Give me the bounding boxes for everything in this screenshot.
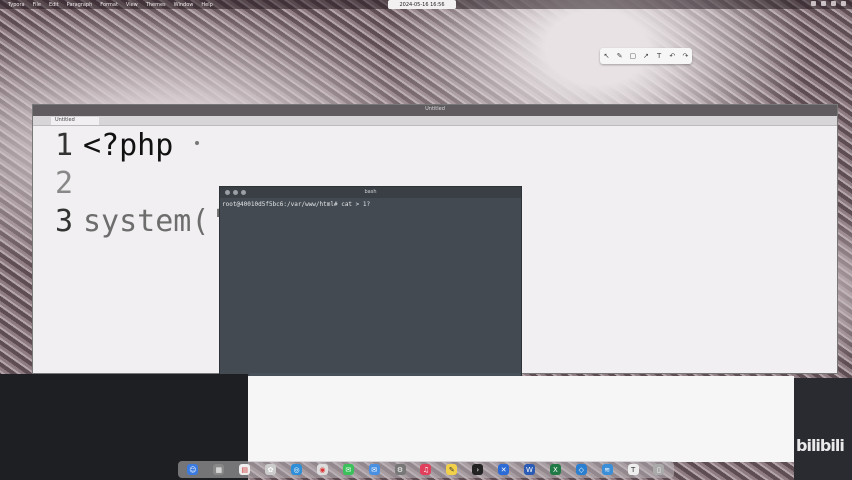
desktop-dark-region-right bbox=[794, 378, 852, 480]
control-center-icon[interactable] bbox=[841, 1, 846, 6]
editor-window-title: Untitled bbox=[425, 106, 445, 112]
search-icon[interactable] bbox=[831, 1, 836, 6]
launchpad-icon[interactable]: ▦ bbox=[213, 464, 225, 475]
typora-icon[interactable]: T bbox=[627, 464, 639, 475]
photos-icon[interactable]: ✿ bbox=[265, 464, 277, 475]
annotation-toolbar: ↖ ✎ ▢ ↗ T ↶ ↷ bbox=[600, 48, 692, 64]
notes-icon[interactable]: ✎ bbox=[446, 464, 458, 475]
arrow-icon[interactable]: ↗ bbox=[642, 52, 650, 60]
menu-item-window[interactable]: Window bbox=[174, 2, 194, 8]
background-window bbox=[248, 376, 794, 462]
terminal-titlebar[interactable]: bash bbox=[220, 187, 521, 198]
undo-icon[interactable]: ↶ bbox=[668, 52, 676, 60]
calendar-icon[interactable]: ▤ bbox=[239, 464, 251, 475]
editor-tab[interactable]: Untitled bbox=[51, 117, 99, 125]
text-icon[interactable]: T bbox=[655, 52, 663, 60]
menu-item-app[interactable]: Typora bbox=[8, 2, 25, 8]
terminal-title: bash bbox=[364, 189, 377, 195]
code-text: <?php bbox=[83, 128, 174, 163]
status-icons bbox=[811, 1, 846, 6]
chrome-icon[interactable]: ◉ bbox=[316, 464, 328, 475]
line-number: 2 bbox=[55, 166, 74, 201]
menu-item-edit[interactable]: Edit bbox=[49, 2, 59, 8]
menu-item-file[interactable]: File bbox=[33, 2, 41, 8]
menu-item-themes[interactable]: Themes bbox=[146, 2, 166, 8]
mail-icon[interactable]: ✉ bbox=[368, 464, 380, 475]
menu-item-format[interactable]: Format bbox=[100, 2, 118, 8]
watermark-logo: bilibili bbox=[796, 436, 845, 455]
music-icon[interactable]: ♫ bbox=[420, 464, 432, 475]
battery-icon[interactable] bbox=[821, 1, 826, 6]
docker-icon[interactable]: ≋ bbox=[601, 464, 613, 475]
safari-icon[interactable]: ◎ bbox=[291, 464, 302, 475]
recording-clock[interactable]: 2024-05-16 16:56 bbox=[388, 0, 456, 9]
mouse-cursor-icon bbox=[195, 141, 199, 145]
select-icon[interactable]: ↖ bbox=[603, 52, 611, 60]
terminal-icon[interactable]: › bbox=[472, 464, 484, 475]
dock: ☺ ▦ ▤ ✿ ◎ ◉ ✉ ✉ ⚙ ♫ ✎ › ✕ W X ◇ ≋ T ▯ bbox=[178, 461, 674, 478]
word-icon[interactable]: W bbox=[524, 464, 536, 475]
finder-icon[interactable]: ☺ bbox=[187, 464, 199, 475]
wifi-icon[interactable] bbox=[811, 1, 816, 6]
xcode-icon[interactable]: ✕ bbox=[498, 464, 510, 475]
code-line-2[interactable]: 2 bbox=[55, 165, 83, 203]
menu-item-paragraph[interactable]: Paragraph bbox=[67, 2, 93, 8]
line-number: 1 bbox=[55, 128, 74, 163]
messages-icon[interactable]: ✉ bbox=[342, 464, 354, 475]
menu-item-help[interactable]: Help bbox=[201, 2, 212, 8]
line-number: 3 bbox=[55, 204, 74, 239]
vscode-icon[interactable]: ◇ bbox=[575, 464, 587, 475]
terminal-prompt-line: root@40010d5f5bc6:/var/www/html# cat > 1… bbox=[222, 201, 371, 208]
editor-tab-bar: Untitled bbox=[33, 116, 837, 126]
excel-icon[interactable]: X bbox=[549, 464, 561, 475]
menu-item-view[interactable]: View bbox=[126, 2, 138, 8]
shape-icon[interactable]: ▢ bbox=[629, 52, 637, 60]
code-line-1[interactable]: 1 <?php bbox=[55, 127, 173, 165]
settings-icon[interactable]: ⚙ bbox=[394, 464, 406, 475]
redo-icon[interactable]: ↷ bbox=[681, 52, 689, 60]
trash-icon[interactable]: ▯ bbox=[653, 464, 665, 475]
editor-titlebar[interactable]: Untitled bbox=[33, 105, 837, 116]
pen-icon[interactable]: ✎ bbox=[616, 52, 624, 60]
